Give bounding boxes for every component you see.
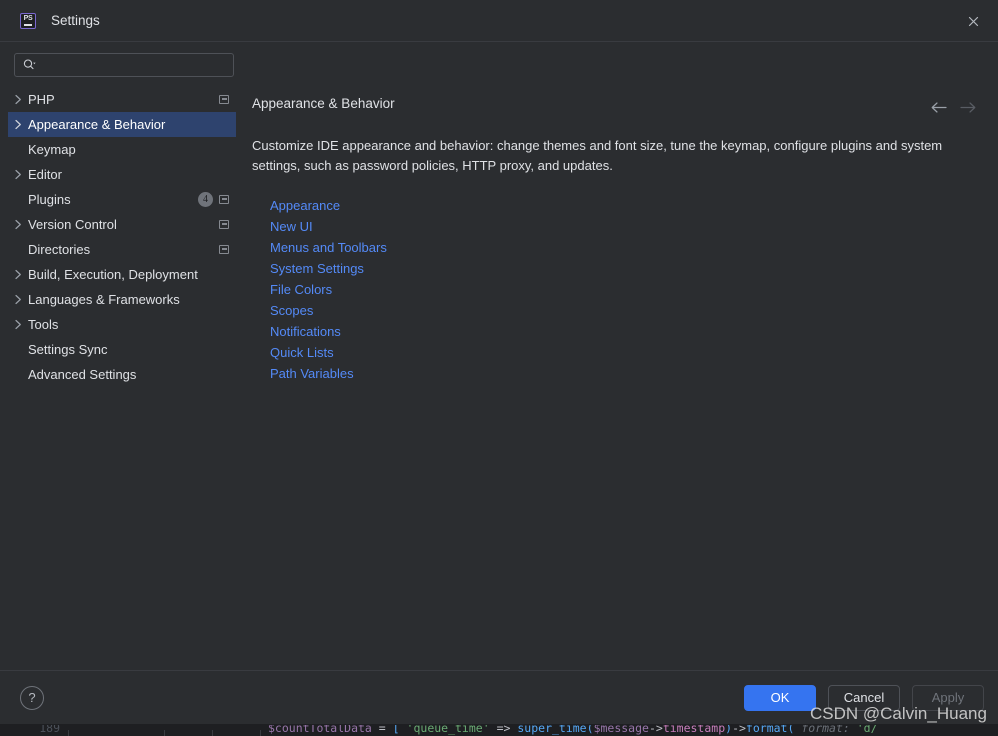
sidebar-item-label: Version Control [28, 217, 117, 232]
settings-link-notifications[interactable]: Notifications [270, 321, 341, 342]
arrow-left-icon[interactable] [928, 98, 948, 116]
sidebar-item-tools[interactable]: Tools [8, 312, 236, 337]
settings-link-menus-and-toolbars[interactable]: Menus and Toolbars [270, 237, 387, 258]
sidebar-item-plugins[interactable]: Plugins 4 [8, 187, 236, 212]
sidebar-item-languages-frameworks[interactable]: Languages & Frameworks [8, 287, 236, 312]
sidebar-item-label: Build, Execution, Deployment [28, 267, 198, 282]
search-input[interactable] [36, 55, 227, 75]
phpstorm-icon: PS [20, 12, 36, 29]
sidebar-item-keymap[interactable]: Keymap [8, 137, 236, 162]
settings-content: Appearance & Behavior Customize IDE appe… [246, 42, 998, 670]
content-header: Appearance & Behavior [252, 96, 978, 116]
sidebar-item-php[interactable]: PHP [8, 87, 236, 112]
chevron-right-icon[interactable] [8, 169, 28, 180]
search-field[interactable] [14, 53, 234, 77]
phpstorm-icon-letters: PS [23, 14, 33, 22]
sidebar-item-label: Directories [28, 242, 91, 257]
help-button[interactable]: ? [20, 685, 44, 710]
sidebar-item-label: Tools [28, 317, 59, 332]
chevron-right-icon[interactable] [8, 319, 28, 330]
settings-link-scopes[interactable]: Scopes [270, 300, 313, 321]
settings-sidebar: PHP Appearance & Behavior Keymap Editor Plug… [0, 42, 246, 670]
navigation-arrows [928, 96, 978, 116]
chevron-right-icon[interactable] [8, 219, 28, 230]
close-icon[interactable] [960, 8, 986, 34]
dialog-body: PHP Appearance & Behavior Keymap Editor Plug… [0, 42, 998, 670]
sidebar-item-version-control[interactable]: Version Control [8, 212, 236, 237]
project-scope-icon [219, 95, 229, 104]
settings-link-file-colors[interactable]: File Colors [270, 279, 332, 300]
phpstorm-icon-bar [24, 24, 32, 26]
page-description: Customize IDE appearance and behavior: c… [252, 138, 943, 173]
sidebar-item-label: Keymap [28, 142, 76, 157]
dialog-footer: ? OK Cancel Apply [0, 670, 998, 724]
sidebar-item-label: Advanced Settings [28, 367, 137, 382]
settings-link-system-settings[interactable]: System Settings [270, 258, 364, 279]
sidebar-item-label: PHP [28, 92, 55, 107]
settings-link-appearance[interactable]: Appearance [270, 195, 340, 216]
sidebar-item-appearance-behavior[interactable]: Appearance & Behavior [8, 112, 236, 137]
chevron-right-icon[interactable] [8, 269, 28, 280]
settings-link-list: Appearance New UI Menus and Toolbars System… [270, 195, 978, 384]
sidebar-item-label: Plugins [28, 192, 71, 207]
sidebar-item-editor[interactable]: Editor [8, 162, 236, 187]
sidebar-item-label: Languages & Frameworks [28, 292, 180, 307]
settings-tree: PHP Appearance & Behavior Keymap Editor Plug… [0, 87, 246, 387]
sidebar-item-badge: 4 [198, 192, 213, 207]
dialog-titlebar: PS Settings [0, 0, 998, 42]
project-scope-icon [219, 220, 229, 229]
arrow-right-icon [958, 98, 978, 116]
settings-link-new-ui[interactable]: New UI [270, 216, 313, 237]
sidebar-item-directories[interactable]: Directories [8, 237, 236, 262]
sidebar-item-label: Editor [28, 167, 62, 182]
page-title: Appearance & Behavior [252, 96, 395, 111]
chevron-right-icon[interactable] [8, 94, 28, 105]
settings-dialog: PS Settings PHP Appearance & Behavior Ke… [0, 0, 998, 724]
project-scope-icon [219, 245, 229, 254]
project-scope-icon [219, 195, 229, 204]
apply-button: Apply [912, 684, 984, 711]
chevron-right-icon[interactable] [8, 294, 28, 305]
settings-link-path-variables[interactable]: Path Variables [270, 363, 354, 384]
sidebar-item-label: Appearance & Behavior [28, 117, 166, 132]
sidebar-item-build-execution-deployment[interactable]: Build, Execution, Deployment [8, 262, 236, 287]
sidebar-item-settings-sync[interactable]: Settings Sync [8, 337, 236, 362]
sidebar-item-label: Settings Sync [28, 342, 108, 357]
search-icon [22, 58, 36, 72]
chevron-right-icon[interactable] [8, 119, 28, 130]
sidebar-item-advanced-settings[interactable]: Advanced Settings [8, 362, 236, 387]
cancel-button[interactable]: Cancel [828, 684, 900, 711]
ok-button[interactable]: OK [744, 684, 816, 711]
dialog-title: Settings [51, 13, 100, 28]
settings-link-quick-lists[interactable]: Quick Lists [270, 342, 334, 363]
